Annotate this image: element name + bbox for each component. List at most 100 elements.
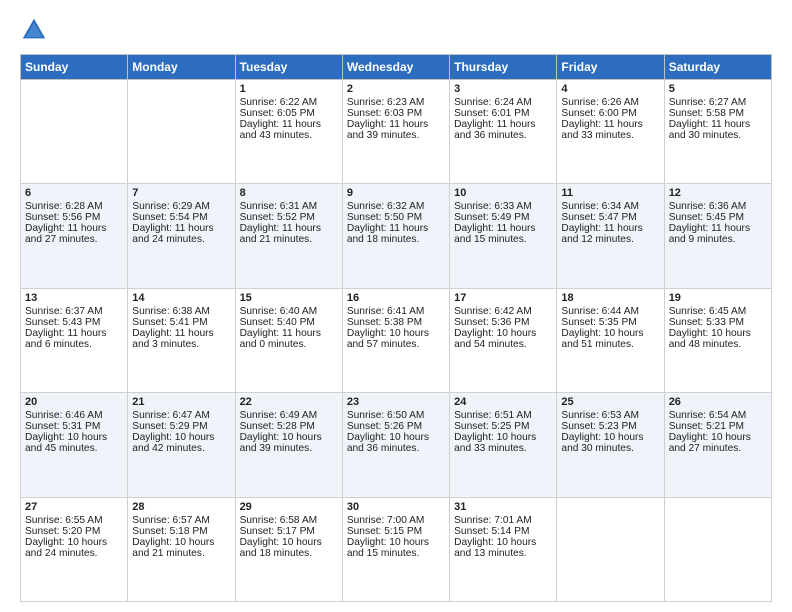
sunset-text: Sunset: 5:20 PM — [25, 526, 100, 537]
day-number: 9 — [347, 187, 445, 199]
sunset-text: Sunset: 5:52 PM — [240, 212, 315, 223]
calendar-cell: 30Sunrise: 7:00 AMSunset: 5:15 PMDayligh… — [342, 497, 449, 601]
sunset-text: Sunset: 5:45 PM — [669, 212, 744, 223]
daylight-text: Daylight: 10 hours and 42 minutes. — [132, 432, 214, 454]
calendar-cell: 31Sunrise: 7:01 AMSunset: 5:14 PMDayligh… — [450, 497, 557, 601]
day-number: 3 — [454, 83, 552, 95]
sunrise-text: Sunrise: 6:45 AM — [669, 306, 747, 317]
sunset-text: Sunset: 5:26 PM — [347, 421, 422, 432]
daylight-text: Daylight: 11 hours and 27 minutes. — [25, 223, 106, 245]
sunrise-text: Sunrise: 6:38 AM — [132, 306, 210, 317]
calendar-cell: 14 Sunrise: 6:38 AMSunset: 5:41 PMDayligh… — [128, 288, 235, 392]
sunset-text: Sunset: 5:58 PM — [669, 108, 744, 119]
weekday-header-wednesday: Wednesday — [342, 55, 449, 80]
day-number: 1 — [240, 83, 338, 95]
calendar-cell: 18 Sunrise: 6:44 AMSunset: 5:35 PMDayligh… — [557, 288, 664, 392]
day-number: 20 — [25, 396, 123, 408]
calendar-week-row: 1Sunrise: 6:22 AMSunset: 6:05 PMDaylight… — [21, 80, 772, 184]
daylight-text: Daylight: 11 hours and 9 minutes. — [669, 223, 750, 245]
day-number: 26 — [669, 396, 767, 408]
calendar-cell: 29Sunrise: 6:58 AMSunset: 5:17 PMDayligh… — [235, 497, 342, 601]
day-number: 2 — [347, 83, 445, 95]
calendar-cell — [557, 497, 664, 601]
sunrise-text: Sunrise: 7:01 AM — [454, 515, 532, 526]
sunset-text: Sunset: 5:14 PM — [454, 526, 529, 537]
day-number: 23 — [347, 396, 445, 408]
logo — [20, 16, 50, 44]
calendar-week-row: 6Sunrise: 6:28 AMSunset: 5:56 PMDaylight… — [21, 184, 772, 288]
page: SundayMondayTuesdayWednesdayThursdayFrid… — [0, 0, 792, 612]
sunset-text: Sunset: 5:40 PM — [240, 317, 315, 328]
daylight-text: Daylight: 11 hours and 30 minutes. — [669, 119, 750, 141]
calendar-cell: 16Sunrise: 6:41 AMSunset: 5:38 PMDayligh… — [342, 288, 449, 392]
daylight-text: Daylight: 11 hours and 33 minutes. — [561, 119, 642, 141]
sunrise-text: Sunrise: 6:27 AM — [669, 97, 747, 108]
day-number: 19 — [669, 292, 767, 304]
calendar-cell: 21Sunrise: 6:47 AMSunset: 5:29 PMDayligh… — [128, 393, 235, 497]
day-number: 15 — [240, 292, 338, 304]
calendar-week-row: 20Sunrise: 6:46 AMSunset: 5:31 PMDayligh… — [21, 393, 772, 497]
sunset-text: Sunset: 6:01 PM — [454, 108, 529, 119]
daylight-text: Daylight: 11 hours and 0 minutes. — [240, 328, 321, 350]
sunrise-text: Sunrise: 6:26 AM — [561, 97, 639, 108]
sunrise-text: Sunrise: 6:24 AM — [454, 97, 532, 108]
sunrise-text: Sunrise: 6:34 AM — [561, 201, 639, 212]
day-number: 17 — [454, 292, 552, 304]
calendar-cell: 5Sunrise: 6:27 AMSunset: 5:58 PMDaylight… — [664, 80, 771, 184]
daylight-text: Daylight: 11 hours and 3 minutes. — [132, 328, 213, 350]
daylight-text: Daylight: 11 hours and 39 minutes. — [347, 119, 428, 141]
calendar-cell: 11Sunrise: 6:34 AMSunset: 5:47 PMDayligh… — [557, 184, 664, 288]
daylight-text: Daylight: 11 hours and 6 minutes. — [25, 328, 106, 350]
calendar-cell: 8Sunrise: 6:31 AMSunset: 5:52 PMDaylight… — [235, 184, 342, 288]
daylight-text: Daylight: 10 hours and 51 minutes. — [561, 328, 643, 350]
daylight-text: Daylight: 10 hours and 57 minutes. — [347, 328, 429, 350]
calendar-cell: 10Sunrise: 6:33 AMSunset: 5:49 PMDayligh… — [450, 184, 557, 288]
sunset-text: Sunset: 5:35 PM — [561, 317, 636, 328]
logo-icon — [20, 16, 48, 44]
day-number: 18 — [561, 292, 659, 304]
sunset-text: Sunset: 5:29 PM — [132, 421, 207, 432]
sunrise-text: Sunrise: 6:49 AM — [240, 410, 318, 421]
sunset-text: Sunset: 5:47 PM — [561, 212, 636, 223]
calendar-cell: 28Sunrise: 6:57 AMSunset: 5:18 PMDayligh… — [128, 497, 235, 601]
daylight-text: Daylight: 10 hours and 13 minutes. — [454, 537, 536, 559]
daylight-text: Daylight: 11 hours and 36 minutes. — [454, 119, 535, 141]
calendar-cell — [664, 497, 771, 601]
sunset-text: Sunset: 5:31 PM — [25, 421, 100, 432]
sunrise-text: Sunrise: 6:41 AM — [347, 306, 425, 317]
day-number: 16 — [347, 292, 445, 304]
day-number: 12 — [669, 187, 767, 199]
sunrise-text: Sunrise: 6:32 AM — [347, 201, 425, 212]
daylight-text: Daylight: 10 hours and 36 minutes. — [347, 432, 429, 454]
calendar-cell — [21, 80, 128, 184]
day-number: 8 — [240, 187, 338, 199]
weekday-header-tuesday: Tuesday — [235, 55, 342, 80]
header — [20, 16, 772, 44]
sunset-text: Sunset: 5:21 PM — [669, 421, 744, 432]
sunrise-text: Sunrise: 6:42 AM — [454, 306, 532, 317]
sunset-text: Sunset: 5:36 PM — [454, 317, 529, 328]
calendar-week-row: 27Sunrise: 6:55 AMSunset: 5:20 PMDayligh… — [21, 497, 772, 601]
day-number: 29 — [240, 501, 338, 513]
day-number: 14 — [132, 292, 230, 304]
calendar-cell: 23Sunrise: 6:50 AMSunset: 5:26 PMDayligh… — [342, 393, 449, 497]
sunset-text: Sunset: 5:43 PM — [25, 317, 100, 328]
calendar-cell: 13Sunrise: 6:37 AMSunset: 5:43 PMDayligh… — [21, 288, 128, 392]
calendar-cell: 3 Sunrise: 6:24 AMSunset: 6:01 PMDaylight… — [450, 80, 557, 184]
sunrise-text: Sunrise: 6:55 AM — [25, 515, 103, 526]
sunset-text: Sunset: 5:50 PM — [347, 212, 422, 223]
sunset-text: Sunset: 6:03 PM — [347, 108, 422, 119]
day-number: 6 — [25, 187, 123, 199]
weekday-header-sunday: Sunday — [21, 55, 128, 80]
day-number: 22 — [240, 396, 338, 408]
calendar-cell: 20Sunrise: 6:46 AMSunset: 5:31 PMDayligh… — [21, 393, 128, 497]
sunrise-text: Sunrise: 6:44 AM — [561, 306, 639, 317]
sunrise-text: Sunrise: 6:29 AM — [132, 201, 210, 212]
daylight-text: Daylight: 11 hours and 15 minutes. — [454, 223, 535, 245]
day-number: 13 — [25, 292, 123, 304]
sunset-text: Sunset: 5:41 PM — [132, 317, 207, 328]
daylight-text: Daylight: 10 hours and 45 minutes. — [25, 432, 107, 454]
weekday-header-friday: Friday — [557, 55, 664, 80]
day-number: 28 — [132, 501, 230, 513]
calendar-cell: 6Sunrise: 6:28 AMSunset: 5:56 PMDaylight… — [21, 184, 128, 288]
